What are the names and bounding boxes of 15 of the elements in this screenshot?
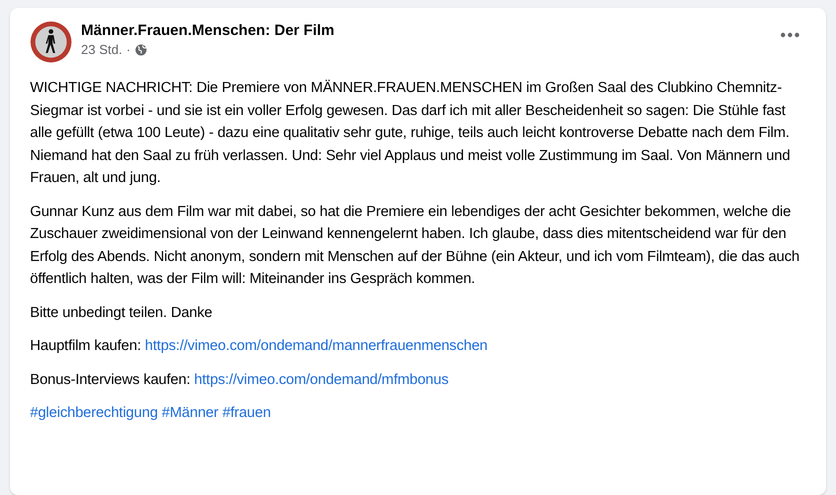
post-paragraph: Gunnar Kunz aus dem Film war mit dabei, so hat die Premiere ein lebendiges der acht Gesichter bekommen, welche die Zuschauer zweidimensional von der Leinwand kennengelernt haben. Ich glaube, dass dies mitentscheidend war für den Erfolg des Abends. Nicht anonym, sondern mit Menschen auf der Bühne (ein Akteur, und ich vom Filmteam), die das auch öffentlich halten, was der Film will: Miteinander ins Gespräch kommen. — [30, 202, 800, 289]
vimeo-link[interactable]: https://vimeo.com/ondemand/mfmbonus — [194, 372, 448, 388]
avatar-icon[interactable] — [30, 21, 72, 63]
separator: · — [126, 42, 131, 57]
post-paragraph: Bonus-Interviews kaufen: https://vimeo.com/ondemand/mfmbonus — [30, 370, 450, 390]
post-paragraph: WICHTIGE NACHRICHT: Die Premiere von MÄNNER.FRAUEN.MENSCHEN im Großen Saal des Clubkino Chemnitz-Siegmar ist vorbei - und sie ist ein voller Erfolg gewesen. Das darf ich mit aller Bescheidenheit so sagen: Die Stühle fast alle gefüllt (etwa 100 Leute) - dazu eine qualitativ sehr gute, ruhige, teils auch leicht kontroverse Debatte nach dem Film. Niemand hat den Saal zu früh verlassen. Und: Sehr viel Applaus und meist volle Zustimmung im Saal. Von Männern und Frauen, alt und jung. — [30, 78, 792, 188]
post-paragraph: Hauptfilm kaufen: https://vimeo.com/ondemand/mannerfrauenmenschen — [30, 337, 489, 356]
hashtag-link[interactable]: #Männer — [162, 402, 218, 424]
globe-icon[interactable] — [134, 44, 147, 56]
author-name[interactable]: Männer.Frauen.Menschen: Der Film — [81, 22, 761, 39]
post-time[interactable]: 23 Std. — [81, 42, 122, 57]
hashtag-link[interactable]: #gleichberechtigung — [30, 402, 158, 424]
vimeo-link[interactable]: https://vimeo.com/ondemand/mannerfrauenmenschen — [144, 338, 488, 354]
hashtag-link[interactable]: #frauen — [222, 402, 271, 424]
post-paragraph: Bitte unbedingt teilen. Danke — [30, 304, 214, 322]
